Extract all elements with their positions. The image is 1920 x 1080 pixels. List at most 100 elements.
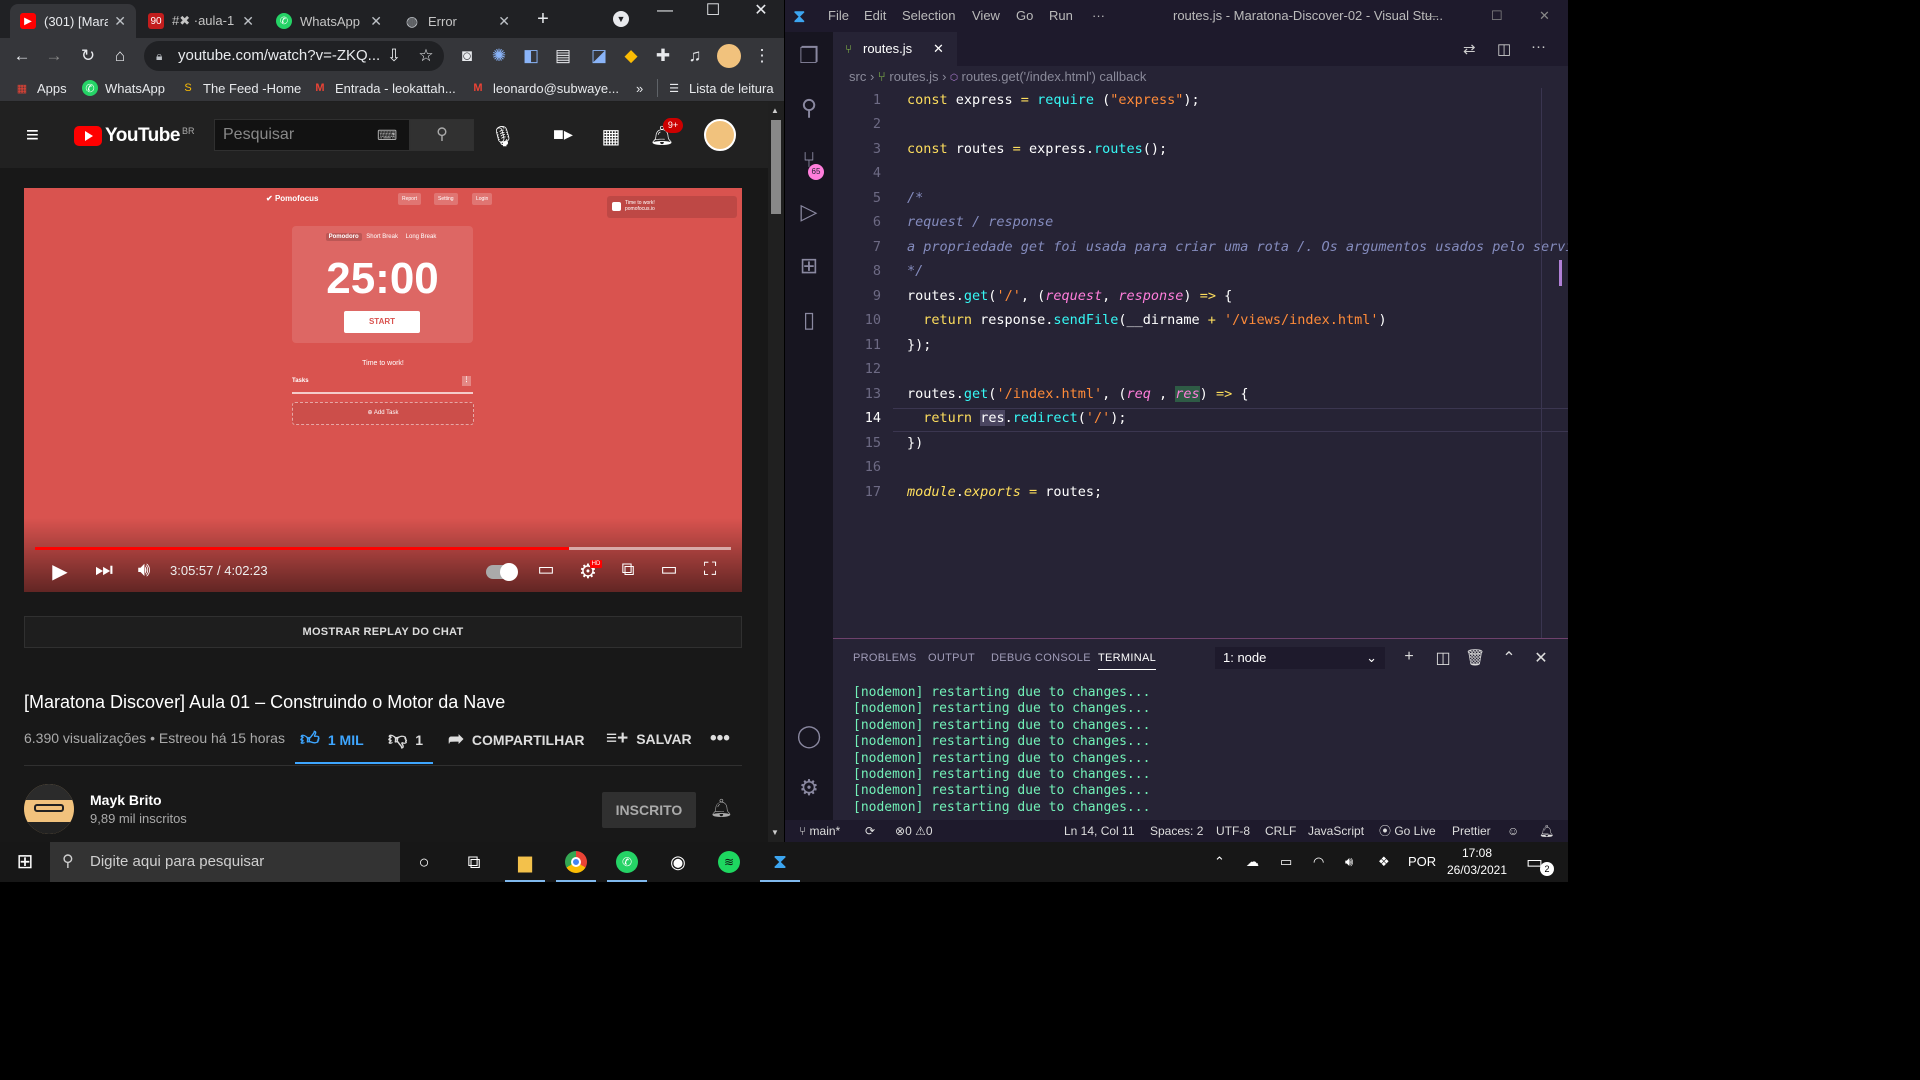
eol-status[interactable]: CRLF: [1265, 820, 1296, 842]
camera-extension-icon[interactable]: ◙: [455, 44, 479, 68]
scroll-thumb[interactable]: [771, 120, 781, 214]
show-chat-replay-button[interactable]: MOSTRAR REPLAY DO CHAT: [24, 616, 742, 648]
cortana-icon[interactable]: ○: [410, 848, 438, 876]
channel-avatar[interactable]: [24, 784, 74, 834]
autoplay-toggle[interactable]: [486, 563, 518, 581]
bookmark-whatsapp[interactable]: ✆ WhatsApp: [82, 79, 165, 97]
dropbox-icon[interactable]: ❖: [1378, 842, 1390, 882]
maximize-icon[interactable]: ☐: [1491, 8, 1503, 24]
profile-avatar[interactable]: [717, 44, 741, 68]
next-icon[interactable]: ⏭: [92, 559, 116, 582]
system-clock[interactable]: 17:08 26/03/2021: [1438, 845, 1516, 879]
bookmark-gmail[interactable]: M Entrada - leokattah...: [312, 79, 455, 97]
menu-icon[interactable]: ⋮: [750, 44, 774, 68]
extension-icon[interactable]: ▤: [551, 44, 575, 68]
minimize-icon[interactable]: —: [642, 0, 688, 30]
fullscreen-icon[interactable]: ⛶: [698, 559, 722, 580]
install-icon[interactable]: ⇩: [382, 44, 406, 68]
tab-youtube[interactable]: ▶ (301) [Mara ✕: [10, 4, 136, 38]
menu-view[interactable]: View: [972, 8, 1000, 23]
save-button[interactable]: ≡+ SALVAR: [606, 728, 692, 750]
notification-bell-icon[interactable]: 🔔︎: [710, 798, 733, 820]
go-live-button[interactable]: ⦿ Go Live: [1379, 820, 1436, 842]
editor-tab-routes[interactable]: ⑂ routes.js ✕: [833, 32, 957, 66]
more-actions-icon[interactable]: ···: [1531, 38, 1546, 55]
close-tab-icon[interactable]: ✕: [114, 13, 126, 30]
bookmark-gmail[interactable]: M leonardo@subwaye...: [470, 79, 619, 97]
scroll-up-icon[interactable]: ▲: [771, 106, 779, 115]
explorer-icon[interactable]: ❐: [795, 42, 823, 70]
menu-selection[interactable]: Selection: [902, 8, 955, 23]
battery-icon[interactable]: ▭: [1280, 842, 1292, 882]
apps-grid-icon[interactable]: ▦: [600, 124, 622, 148]
dislike-button[interactable]: 👎︎ 1: [388, 728, 423, 751]
branch-status[interactable]: ⑂ main*: [799, 820, 840, 842]
theater-mode-icon[interactable]: ▭: [656, 559, 682, 580]
play-icon[interactable]: ▶: [48, 559, 72, 584]
spotify-icon[interactable]: ≋: [715, 848, 743, 876]
language-status[interactable]: JavaScript: [1308, 820, 1364, 842]
windows-start-icon[interactable]: ⊞: [11, 848, 39, 876]
bookmarks-overflow-button[interactable]: »: [636, 79, 643, 97]
tab-search-icon[interactable]: ▼: [613, 11, 629, 27]
indentation-status[interactable]: Spaces: 2: [1150, 820, 1203, 842]
run-debug-icon[interactable]: ▷: [795, 198, 823, 226]
volume-icon[interactable]: 🔊︎: [1345, 842, 1353, 882]
prettier-status[interactable]: Prettier: [1452, 820, 1491, 842]
accounts-icon[interactable]: ◯: [795, 722, 823, 750]
miniplayer-icon[interactable]: ⧉: [616, 559, 640, 580]
menu-run[interactable]: Run: [1049, 8, 1073, 23]
tray-overflow-icon[interactable]: ⌃: [1214, 842, 1225, 882]
breadcrumb-folder[interactable]: src: [849, 69, 866, 84]
translate-icon[interactable]: ◧: [519, 44, 543, 68]
search-icon[interactable]: ⚲: [795, 94, 823, 122]
close-tab-icon[interactable]: ✕: [933, 32, 944, 66]
obs-icon[interactable]: ◉: [664, 848, 692, 876]
video-player[interactable]: ✔ Pomofocus Report Setting Login Time to…: [24, 188, 742, 592]
close-tab-icon[interactable]: ✕: [370, 13, 382, 30]
close-tab-icon[interactable]: ✕: [242, 13, 254, 30]
share-button[interactable]: ➦ COMPARTILHAR: [448, 728, 584, 751]
panel-tab-problems[interactable]: PROBLEMS: [853, 652, 917, 664]
menu-more[interactable]: ···: [1092, 8, 1105, 23]
subscribed-button[interactable]: INSCRITO: [602, 792, 696, 828]
trash-icon[interactable]: 🗑︎: [1465, 648, 1485, 668]
language-indicator[interactable]: POR: [1408, 842, 1436, 882]
chrome-icon[interactable]: [562, 848, 590, 876]
reading-list-button[interactable]: ☰ Lista de leitura: [666, 79, 774, 97]
panel-tab-debug-console[interactable]: DEBUG CONSOLE: [991, 652, 1091, 664]
minimize-icon[interactable]: —: [1425, 8, 1438, 23]
close-window-icon[interactable]: ✕: [1539, 8, 1550, 24]
hamburger-menu-icon[interactable]: ≡: [26, 124, 48, 146]
tab-whatsapp[interactable]: ✆ WhatsApp ✕: [266, 4, 392, 38]
onedrive-icon[interactable]: ☁: [1246, 842, 1259, 882]
split-terminal-icon[interactable]: ◫: [1433, 648, 1453, 668]
create-video-icon[interactable]: ■▸: [550, 124, 576, 146]
problems-status[interactable]: ⊗0 ⚠0: [895, 820, 933, 842]
extension-icon[interactable]: ◪: [587, 44, 611, 68]
manage-gear-icon[interactable]: ⚙: [795, 774, 823, 802]
split-editor-icon[interactable]: ◫: [1497, 40, 1511, 58]
maximize-icon[interactable]: ☐: [690, 0, 736, 30]
wifi-icon[interactable]: ◠: [1313, 842, 1324, 882]
whatsapp-icon[interactable]: ✆: [613, 848, 641, 876]
breadcrumb-symbol[interactable]: routes.get('/index.html') callback: [962, 69, 1147, 84]
panel-tab-terminal[interactable]: TERMINAL: [1098, 652, 1157, 670]
page-scrollbar[interactable]: ▲ ▼: [768, 102, 784, 842]
bookmark-apps[interactable]: ▦ Apps: [14, 79, 67, 97]
tab-discord[interactable]: 90 #✖ ·aula-1 ✕: [138, 4, 264, 38]
breadcrumb-file[interactable]: routes.js: [889, 69, 938, 84]
taskbar-search[interactable]: ⚲ Digite aqui para pesquisar: [50, 842, 400, 882]
microphone-icon[interactable]: 🎙︎: [490, 124, 515, 148]
forward-icon[interactable]: →: [42, 44, 66, 68]
device-icon[interactable]: ▯: [795, 306, 823, 334]
feedback-icon[interactable]: ☺: [1507, 820, 1519, 842]
extension-icon[interactable]: ✺: [487, 44, 511, 68]
new-tab-button[interactable]: +: [532, 8, 554, 30]
media-control-icon[interactable]: ♫: [683, 44, 707, 68]
back-icon[interactable]: ←: [10, 44, 34, 68]
sync-icon[interactable]: ⟳: [865, 820, 875, 842]
channel-name[interactable]: Mayk Brito: [90, 792, 162, 808]
vscode-icon[interactable]: ⧗: [766, 848, 794, 876]
progress-bar[interactable]: [35, 547, 731, 550]
